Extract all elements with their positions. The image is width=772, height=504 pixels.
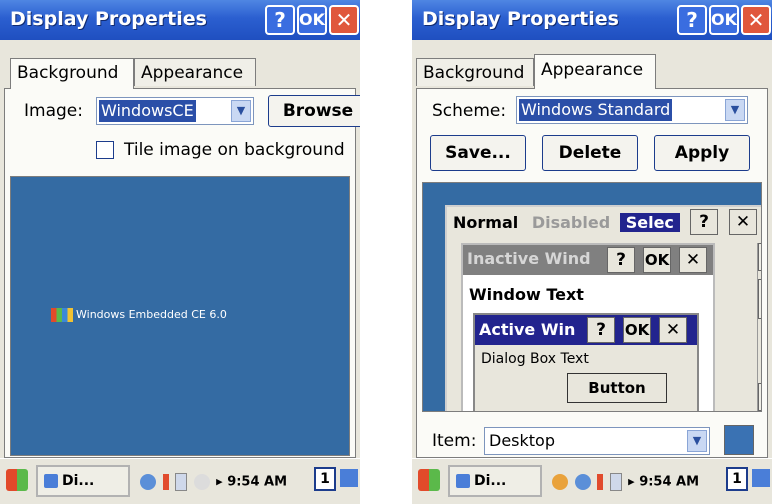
active-help-button: ?: [587, 317, 615, 343]
system-tray: ▸ 9:54 AM: [552, 473, 699, 491]
chevron-down-icon[interactable]: ▼: [725, 99, 745, 121]
ok-button[interactable]: OK: [709, 5, 739, 35]
active-close-button: ✕: [659, 317, 687, 343]
network-icon[interactable]: [574, 474, 591, 490]
preview-inner-window: Inactive Wind ? OK ✕ Window Text Active …: [461, 243, 715, 411]
preview-scrollbar: ▲ ▼: [757, 243, 761, 411]
appearance-tab-screen: Display Properties ? OK ✕ Background App…: [412, 0, 772, 504]
inactive-ok-button: OK: [643, 247, 671, 273]
title-bar: Display Properties ? OK ✕: [0, 0, 360, 40]
input-mode-icon[interactable]: 1: [314, 467, 336, 491]
taskbar-app-button[interactable]: Di...: [36, 465, 130, 497]
chevron-down-icon[interactable]: ▼: [231, 100, 251, 122]
inactive-close-button: ✕: [679, 247, 707, 273]
item-color-button[interactable]: [724, 425, 754, 455]
window-title: Display Properties: [422, 8, 619, 30]
tab-background[interactable]: Background: [10, 58, 134, 89]
system-tray: ▸ 9:54 AM: [140, 473, 287, 491]
item-label: Item:: [432, 431, 477, 451]
alert-icon[interactable]: [597, 474, 604, 490]
window-text-sample: Window Text: [469, 285, 584, 304]
preview-menu-row: Normal Disabled Selec: [449, 209, 680, 237]
active-title-bar: Active Win ? OK ✕: [475, 315, 697, 345]
usb-icon[interactable]: [552, 474, 568, 490]
start-icon[interactable]: [418, 469, 440, 491]
close-button[interactable]: ✕: [329, 5, 359, 35]
preview-help-button: ?: [690, 209, 718, 235]
browse-button[interactable]: Browse: [268, 95, 360, 127]
scroll-thumb: [758, 279, 761, 319]
active-window: Active Win ? OK ✕ Dialog Box Text Button: [473, 313, 699, 411]
chevron-down-icon[interactable]: ▼: [687, 430, 707, 452]
inactive-window-title: Inactive Wind: [467, 249, 591, 268]
active-window-title: Active Win: [479, 320, 576, 339]
image-select[interactable]: WindowsCE ▼: [96, 97, 254, 125]
preview-window: Normal Disabled Selec ? ✕ Inactive Wind …: [445, 205, 761, 411]
close-button[interactable]: ✕: [741, 5, 771, 35]
keyboard-icon[interactable]: [752, 469, 770, 487]
tab-appearance[interactable]: Appearance: [534, 54, 656, 89]
save-scheme-button[interactable]: Save...: [430, 135, 526, 171]
scroll-down-icon: ▼: [758, 383, 761, 411]
scheme-select-value: Windows Standard: [519, 99, 673, 121]
preview-sample-button: Button: [567, 373, 667, 403]
taskbar-app-label: Di...: [474, 473, 507, 489]
delete-scheme-button[interactable]: Delete: [542, 135, 638, 171]
display-icon: [456, 474, 470, 488]
start-icon[interactable]: [6, 469, 28, 491]
tab-background[interactable]: Background: [416, 58, 534, 86]
inactive-title-bar: Inactive Wind ? OK ✕: [463, 245, 713, 275]
input-mode-icon[interactable]: 1: [726, 467, 748, 491]
alert-icon[interactable]: [162, 474, 169, 490]
windows-flag-icon: [51, 308, 73, 322]
clock[interactable]: 9:54 AM: [227, 475, 287, 490]
battery-icon[interactable]: [175, 473, 188, 491]
scheme-preview: Normal Disabled Selec ? ✕ Inactive Wind …: [422, 182, 762, 412]
scheme-select[interactable]: Windows Standard ▼: [516, 96, 748, 124]
inactive-help-button: ?: [607, 247, 635, 273]
scroll-up-icon: ▲: [758, 243, 761, 271]
battery-icon[interactable]: [609, 473, 622, 491]
image-label: Image:: [24, 101, 83, 121]
tab-appearance[interactable]: Appearance: [134, 58, 256, 86]
taskbar-app-label: Di...: [62, 473, 95, 489]
active-ok-button: OK: [623, 317, 651, 343]
taskbar: Di... ▸ 9:54 AM 1: [0, 458, 360, 504]
bluetooth-icon[interactable]: [193, 474, 210, 490]
tile-checkbox[interactable]: [96, 141, 114, 159]
title-bar: Display Properties ? OK ✕: [412, 0, 772, 40]
display-icon: [44, 474, 58, 488]
clock[interactable]: 9:54 AM: [639, 475, 699, 490]
window-title: Display Properties: [10, 8, 207, 30]
wallpaper-preview: Windows Embedded CE 6.0: [10, 176, 350, 456]
ok-button[interactable]: OK: [297, 5, 327, 35]
wallpaper-text: Windows Embedded CE 6.0: [76, 308, 227, 321]
preview-selected-text: Selec: [619, 213, 680, 232]
preview-normal-text: Normal: [453, 213, 519, 232]
item-select[interactable]: Desktop ▼: [484, 427, 710, 455]
help-button[interactable]: ?: [677, 5, 707, 35]
item-select-value: Desktop: [489, 431, 555, 450]
taskbar-app-button[interactable]: Di...: [448, 465, 542, 497]
dialog-box-text: Dialog Box Text: [481, 351, 589, 367]
keyboard-icon[interactable]: [340, 469, 358, 487]
preview-disabled-text: Disabled: [531, 213, 611, 232]
tray-arrow-icon[interactable]: ▸: [216, 475, 223, 490]
image-select-value: WindowsCE: [99, 100, 196, 122]
background-tab-screen: Display Properties ? OK ✕ Background App…: [0, 0, 360, 504]
network-icon[interactable]: [140, 474, 156, 490]
help-button[interactable]: ?: [265, 5, 295, 35]
tile-label: Tile image on background: [124, 140, 345, 160]
taskbar: Di... ▸ 9:54 AM 1: [412, 458, 772, 504]
windows-ce-logo: Windows Embedded CE 6.0: [51, 308, 227, 322]
tray-arrow-icon[interactable]: ▸: [628, 475, 635, 490]
preview-close-button: ✕: [729, 209, 757, 235]
apply-scheme-button[interactable]: Apply: [654, 135, 750, 171]
scheme-label: Scheme:: [432, 101, 507, 121]
